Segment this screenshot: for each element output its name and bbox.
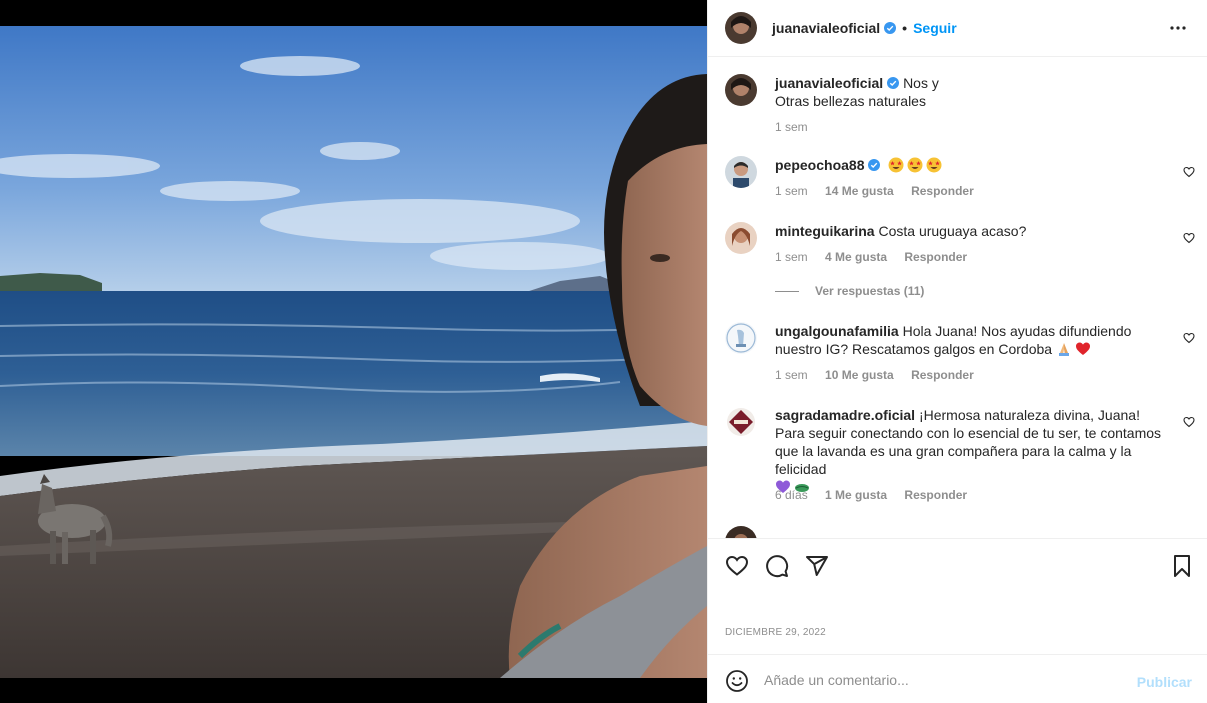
comment-meta: 1 sem 10 Me gusta Responder bbox=[775, 368, 988, 382]
comment-likes[interactable]: 10 Me gusta bbox=[825, 368, 894, 382]
post-date[interactable]: DICIEMBRE 29, 2022 bbox=[725, 627, 826, 638]
reply-button[interactable]: Responder bbox=[904, 488, 967, 502]
replies-divider bbox=[775, 290, 799, 292]
beach-selfie-image bbox=[0, 26, 707, 678]
comment-meta: 1 sem 14 Me gusta Responder bbox=[775, 184, 988, 198]
comment-avatar[interactable] bbox=[725, 526, 757, 538]
folded-hands-emoji-icon bbox=[1058, 343, 1069, 356]
comment-text: minteguikarina Costa uruguaya acaso? bbox=[775, 222, 1165, 240]
verified-badge-icon bbox=[887, 77, 900, 89]
comment-like-heart-icon[interactable] bbox=[1183, 416, 1195, 428]
comment-avatar[interactable] bbox=[725, 156, 757, 188]
caption-text: juanavialeoficial Nos y Otras bellezas n… bbox=[775, 74, 1165, 110]
reply-button[interactable]: Responder bbox=[911, 368, 974, 382]
comments-list[interactable]: juanavialeoficial Nos y Otras bellezas n… bbox=[708, 58, 1207, 538]
comment-text: sagradamadre.oficial ¡Hermosa naturaleza… bbox=[775, 406, 1165, 496]
comment-avatar[interactable] bbox=[725, 322, 757, 354]
comment-like-heart-icon[interactable] bbox=[1183, 232, 1195, 244]
reply-button[interactable]: Responder bbox=[904, 250, 967, 264]
comment-likes[interactable]: 14 Me gusta bbox=[825, 184, 894, 198]
comment-text: ungalgounafamilia Hola Juana! Nos ayudas… bbox=[775, 322, 1165, 358]
comment-meta: 1 sem 4 Me gusta Responder bbox=[775, 250, 981, 264]
post-modal: juanavialeoficial • Seguir juanavialeofi… bbox=[0, 0, 1207, 703]
caption-username[interactable]: juanavialeoficial bbox=[775, 75, 883, 91]
comment-meta: 6 días 1 Me gusta Responder bbox=[775, 488, 981, 502]
comment-likes[interactable]: 4 Me gusta bbox=[825, 250, 887, 264]
heart-icon[interactable] bbox=[725, 554, 749, 578]
comment-time[interactable]: 1 sem bbox=[775, 250, 808, 264]
comment-icon[interactable] bbox=[765, 554, 789, 578]
view-replies-button[interactable]: Ver respuestas (11) bbox=[775, 284, 924, 298]
caption-line1: Nos y bbox=[903, 75, 939, 91]
caption-time[interactable]: 1 sem bbox=[775, 120, 808, 134]
post-photo[interactable] bbox=[0, 26, 707, 678]
star-struck-emoji-icon bbox=[888, 157, 904, 173]
comment-like-heart-icon[interactable] bbox=[1183, 332, 1195, 344]
caption-line2: Otras bellezas naturales bbox=[775, 93, 926, 109]
comment-username[interactable]: sagradamadre.oficial bbox=[775, 407, 915, 423]
comment-time[interactable]: 1 sem bbox=[775, 184, 808, 198]
bookmark-icon[interactable] bbox=[1170, 554, 1194, 578]
post-header: juanavialeoficial • Seguir bbox=[708, 0, 1207, 57]
comment-username[interactable]: minteguikarina bbox=[775, 223, 875, 239]
post-media bbox=[0, 0, 707, 703]
add-comment-bar: Publicar bbox=[708, 654, 1207, 703]
comment-avatar[interactable] bbox=[725, 222, 757, 254]
view-replies-label: Ver respuestas (11) bbox=[815, 284, 925, 298]
comment-content: Costa uruguaya acaso? bbox=[878, 223, 1027, 239]
post-details-panel: juanavialeoficial • Seguir juanavialeofi… bbox=[707, 0, 1207, 703]
caption-avatar[interactable] bbox=[725, 74, 757, 106]
emoji-picker-icon[interactable] bbox=[725, 669, 749, 693]
author-username[interactable]: juanavialeoficial bbox=[772, 20, 880, 36]
header-separator: • bbox=[902, 20, 908, 36]
comment-username[interactable]: ungalgounafamilia bbox=[775, 323, 899, 339]
publish-button[interactable]: Publicar bbox=[1137, 674, 1192, 690]
author-avatar[interactable] bbox=[725, 12, 757, 44]
star-struck-emoji-icon bbox=[907, 157, 923, 173]
comment-username[interactable]: pepeochoa88 bbox=[775, 157, 864, 173]
comment-avatar[interactable] bbox=[725, 406, 757, 438]
star-struck-emoji-icon bbox=[926, 157, 942, 173]
verified-badge-icon bbox=[868, 159, 881, 171]
more-options-icon[interactable] bbox=[1168, 18, 1188, 38]
comment-time[interactable]: 1 sem bbox=[775, 368, 808, 382]
verified-badge-icon bbox=[884, 22, 897, 34]
comment-time[interactable]: 6 días bbox=[775, 488, 808, 502]
comment-input[interactable] bbox=[764, 667, 1124, 693]
reply-button[interactable]: Responder bbox=[911, 184, 974, 198]
comment-likes[interactable]: 1 Me gusta bbox=[825, 488, 887, 502]
follow-button[interactable]: Seguir bbox=[913, 20, 957, 36]
red-heart-emoji-icon bbox=[1075, 342, 1090, 355]
send-icon[interactable] bbox=[805, 554, 829, 578]
comment-like-heart-icon[interactable] bbox=[1183, 166, 1195, 178]
post-actions: DICIEMBRE 29, 2022 bbox=[708, 538, 1207, 653]
caption-meta: 1 sem bbox=[775, 120, 822, 134]
comment-text: pepeochoa88 bbox=[775, 156, 1165, 174]
